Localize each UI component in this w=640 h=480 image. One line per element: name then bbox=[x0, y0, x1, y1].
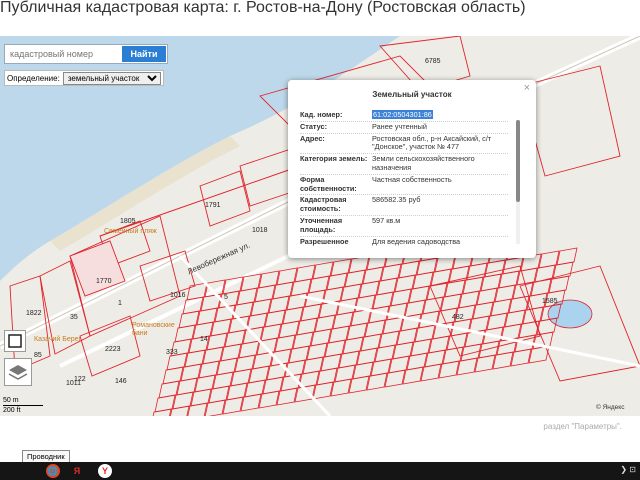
map-number-label: 1822 bbox=[26, 310, 42, 317]
fullscreen-icon bbox=[8, 334, 22, 348]
search-button[interactable]: Найти bbox=[122, 46, 166, 62]
scrollbar-thumb[interactable] bbox=[516, 120, 520, 202]
popup-properties: Кад. номер: 61:02:0504301:86 Статус: Ранее… bbox=[300, 110, 508, 246]
yandex-icon[interactable]: Я bbox=[70, 464, 84, 478]
map-number-label: 333 bbox=[166, 349, 178, 356]
taskbar: 🌐 Я Y ❯ ⊡ bbox=[0, 462, 640, 480]
property-row: Адрес: Ростовская обл., р-н Аксайский, с/… bbox=[300, 134, 508, 155]
map-number-label: 1016 bbox=[170, 292, 186, 299]
property-key: Форма собственности: bbox=[300, 174, 357, 193]
property-key: Адрес: bbox=[300, 133, 325, 143]
definition-label: Определение: bbox=[7, 73, 60, 83]
property-row: Уточненная площадь: 597 кв.м bbox=[300, 216, 508, 237]
property-value: Земли сельскохозяйственного назначения bbox=[372, 154, 475, 172]
map-number-label: 2223 bbox=[105, 346, 121, 353]
property-row: Кадастровая стоимость: 586582.35 руб bbox=[300, 195, 508, 216]
map-number-label: 35 bbox=[70, 314, 78, 321]
system-tray[interactable]: ❯ ⊡ bbox=[620, 465, 636, 474]
popup-title: Земельный участок bbox=[372, 90, 452, 99]
settings-note: раздел "Параметры". bbox=[543, 422, 622, 431]
parcel-plot bbox=[556, 247, 578, 266]
scale-label-imperial: 200 ft bbox=[3, 407, 21, 414]
property-key: Кад. номер: bbox=[300, 110, 343, 119]
layers-icon bbox=[8, 365, 28, 380]
definition-row: Определение: земельный участок bbox=[4, 70, 164, 86]
property-value: Для ведения садоводства bbox=[372, 236, 461, 246]
property-row: Статус: Ранее учтенный bbox=[300, 122, 508, 134]
map-number-label: 5 bbox=[224, 294, 228, 301]
map-number-label: 482 bbox=[452, 314, 464, 321]
map-number-label: 1018 bbox=[252, 227, 268, 234]
beach-label: Семейный пляж bbox=[104, 228, 157, 235]
layers-button[interactable] bbox=[4, 358, 32, 386]
map-number-label: 1585 bbox=[542, 298, 558, 305]
yandex-copyright: © Яндекс bbox=[596, 404, 625, 411]
property-row: Форма собственности: Частная собственност… bbox=[300, 175, 508, 196]
map-number-label: 1805 bbox=[120, 218, 136, 225]
map-number-label: 146 bbox=[115, 378, 127, 385]
property-key: Категория земель: bbox=[300, 154, 368, 164]
property-value: 597 кв.м bbox=[372, 215, 401, 225]
map-number-label: 14 bbox=[200, 336, 208, 343]
property-row: Кад. номер: 61:02:0504301:86 bbox=[300, 110, 508, 122]
property-key: Кадастровая стоимость: bbox=[300, 195, 347, 214]
map-number-label: 1 bbox=[118, 300, 122, 307]
map-number-label: 122 bbox=[74, 376, 86, 383]
map-number-label: 6785 bbox=[425, 58, 441, 65]
property-value: 586582.35 руб bbox=[372, 195, 421, 205]
search-input[interactable] bbox=[7, 46, 125, 62]
page-title: Публичная кадастровая карта: г. Ростов-н… bbox=[0, 0, 526, 16]
popup-scrollbar[interactable] bbox=[516, 120, 520, 244]
property-row: Категория земель: Земли сельскохозяйствен… bbox=[300, 154, 508, 175]
property-row: Разрешенное Для ведения садоводства bbox=[300, 237, 508, 246]
definition-select[interactable]: земельный участок bbox=[62, 71, 161, 85]
yandex-browser-icon[interactable]: 🌐 bbox=[46, 464, 60, 478]
property-value: Ростовская обл., р-н Аксайский, с/т "Дон… bbox=[372, 133, 492, 152]
property-key: Разрешенное bbox=[300, 236, 349, 246]
baths-label: Романовские бани bbox=[132, 322, 175, 337]
property-value: Частная собственность bbox=[372, 174, 452, 184]
property-key: Уточненная площадь: bbox=[300, 215, 343, 234]
cafe-label: Казачий Берег bbox=[34, 336, 82, 343]
scale-label-metric: 50 m bbox=[3, 397, 19, 404]
y-icon[interactable]: Y bbox=[98, 464, 112, 478]
map-number-label: 85 bbox=[34, 352, 42, 359]
parcel-info-popup: × Земельный участок Кад. номер: 61:02:050… bbox=[288, 80, 536, 258]
map-number-label: 1770 bbox=[96, 278, 112, 285]
property-value: Ранее учтенный bbox=[372, 121, 428, 131]
search-box: Найти bbox=[4, 44, 168, 64]
fullscreen-button[interactable] bbox=[4, 330, 26, 352]
map-number-label: 1791 bbox=[205, 202, 221, 209]
cadastral-number-value[interactable]: 61:02:0504301:86 bbox=[372, 110, 433, 119]
parcels-dense bbox=[152, 242, 578, 416]
property-key: Статус: bbox=[300, 121, 328, 131]
